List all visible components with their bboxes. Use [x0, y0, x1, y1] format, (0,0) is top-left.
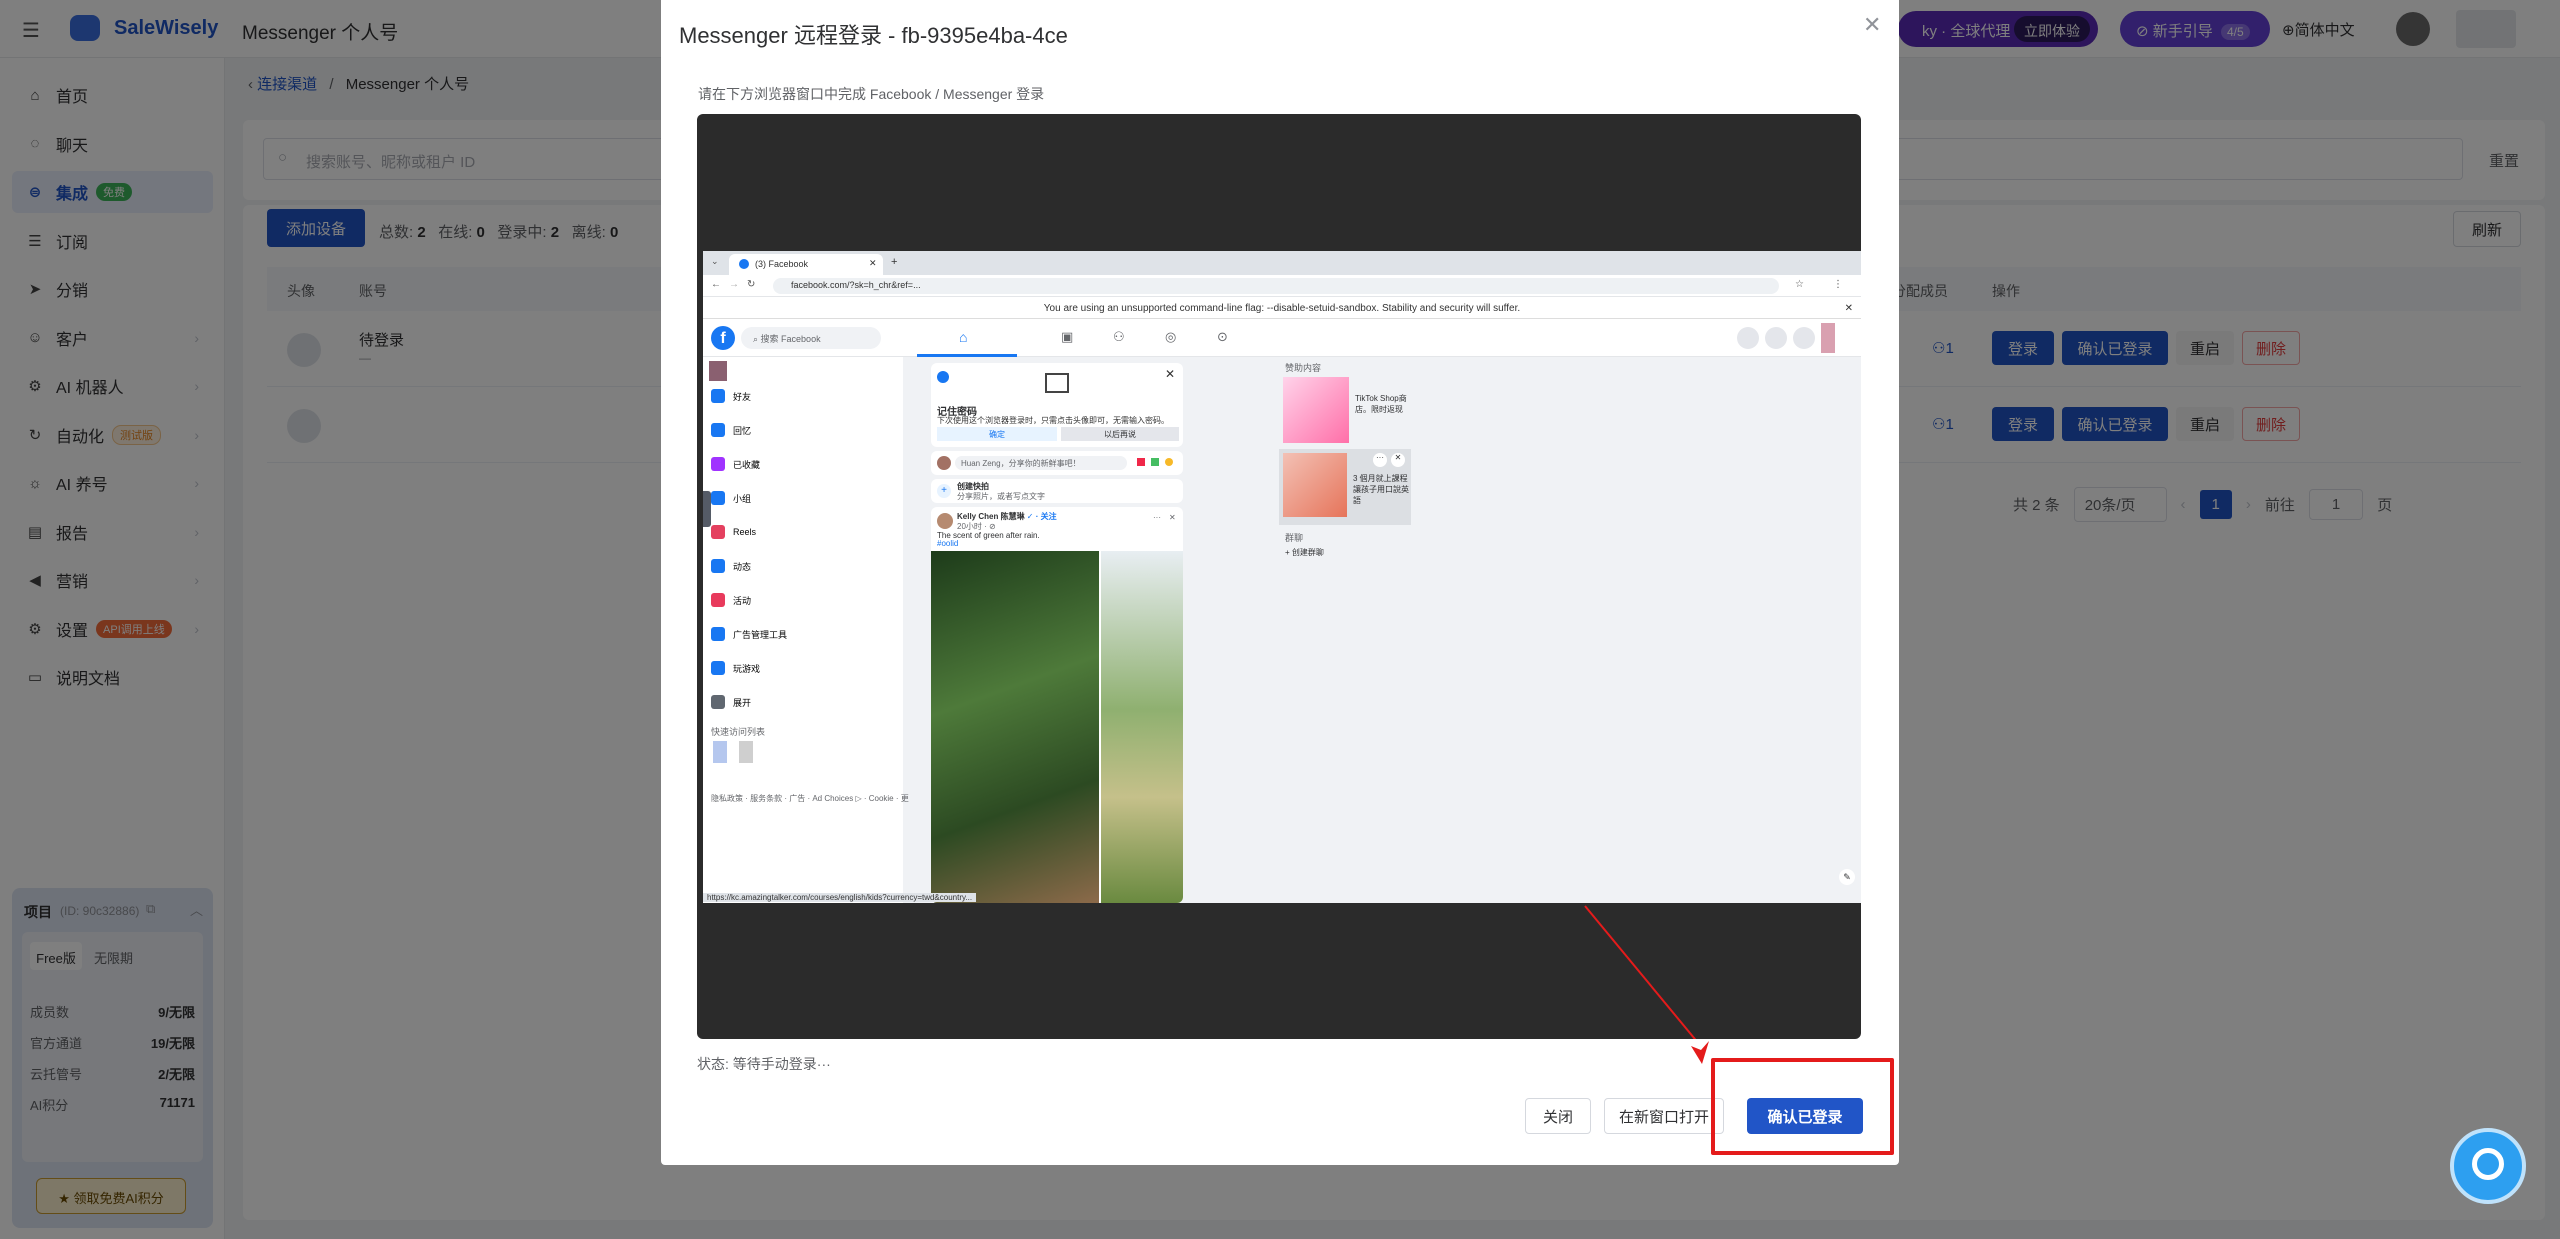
highlight-box: [1711, 1058, 1894, 1155]
close-button[interactable]: 关闭: [1525, 1098, 1591, 1134]
support-chat-icon[interactable]: [2450, 1128, 2526, 1204]
remote-login-dialog: Messenger 远程登录 - fb-9395e4ba-4ce ✕ 请在下方浏…: [661, 0, 1899, 1165]
annotation-arrowhead: [1691, 1041, 1709, 1064]
open-new-window-button[interactable]: 在新窗口打开: [1604, 1098, 1724, 1134]
login-status: 状态: 等待手动登录···: [697, 1056, 831, 1072]
